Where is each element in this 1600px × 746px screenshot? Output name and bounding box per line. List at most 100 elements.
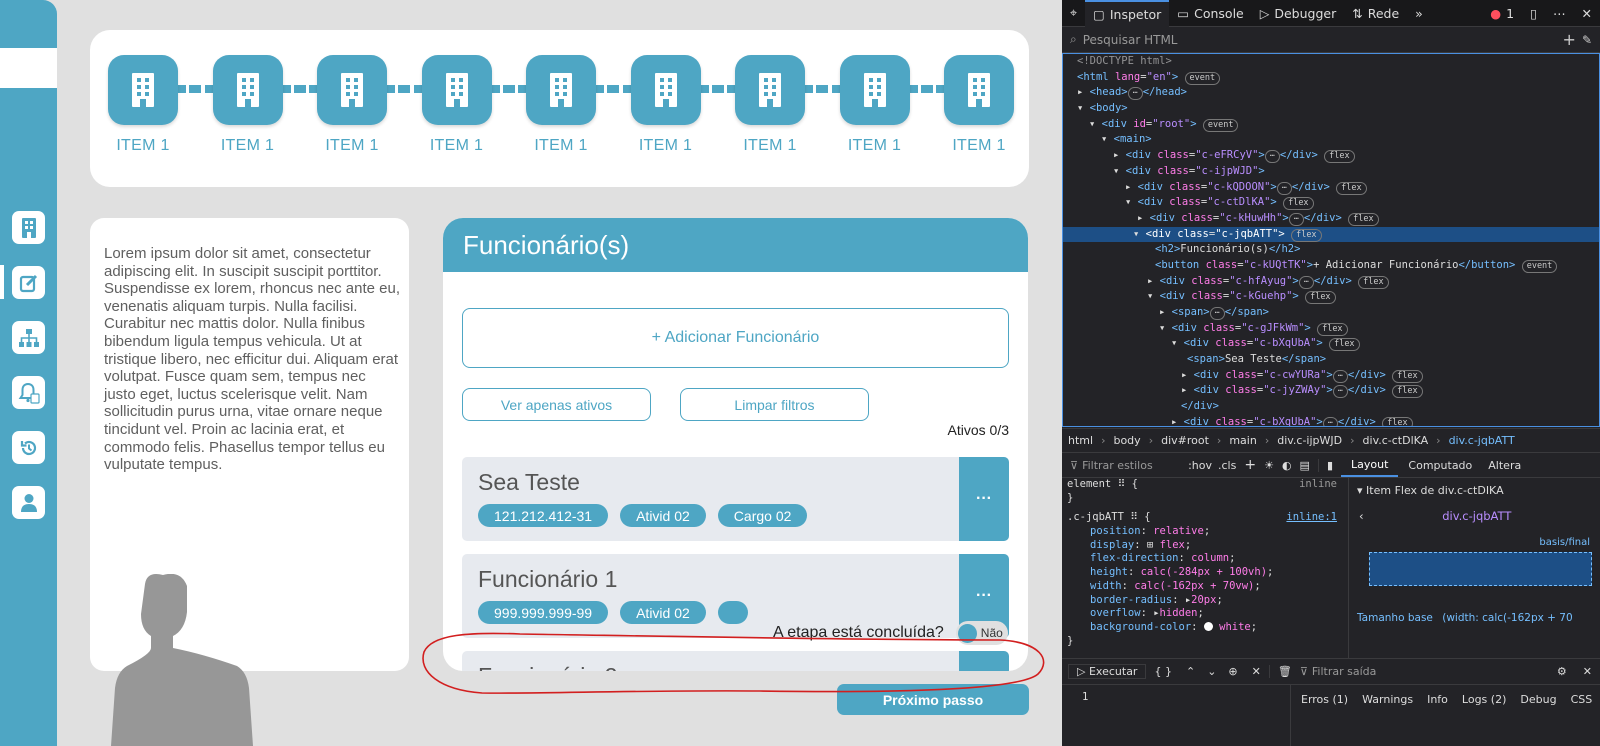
- step-item[interactable]: ITEM 1: [735, 55, 805, 155]
- breadcrumb-item[interactable]: main: [1229, 434, 1256, 447]
- tree-node[interactable]: ▸ <div class="c-kHuwHh"> ⋯ </div> flex: [1063, 211, 1599, 227]
- css-property[interactable]: border-radius: [1090, 594, 1172, 606]
- css-value[interactable]: column: [1191, 552, 1229, 564]
- step-item[interactable]: ITEM 1: [630, 55, 701, 155]
- rule-source-link[interactable]: inline:1: [1286, 511, 1337, 525]
- tab-network[interactable]: ⇅ Rede: [1344, 0, 1407, 27]
- flex-item-header[interactable]: ▾ Item Flex de div.c-ctDIKA: [1349, 478, 1600, 503]
- edit-icon[interactable]: [12, 266, 45, 299]
- css-value[interactable]: flex: [1160, 539, 1185, 551]
- tree-node[interactable]: ▸ <div class="c-eFRCyV"> ⋯ </div> flex: [1063, 148, 1599, 164]
- css-value[interactable]: relative: [1153, 525, 1204, 537]
- clear-filters-button[interactable]: Limpar filtros: [680, 388, 869, 421]
- step-item[interactable]: ITEM 1: [421, 55, 492, 155]
- step-item[interactable]: ITEM 1: [944, 55, 1014, 155]
- css-value[interactable]: calc(-162px + 70vw): [1134, 580, 1254, 592]
- level-logs[interactable]: Logs (2): [1462, 693, 1506, 739]
- tree-node[interactable]: <h2>Funcionário(s)</h2>: [1063, 242, 1599, 258]
- filter-active-button[interactable]: Ver apenas ativos: [462, 388, 651, 421]
- css-value[interactable]: 20px: [1191, 594, 1216, 606]
- braces-icon[interactable]: { }: [1146, 665, 1180, 678]
- css-property[interactable]: background-color: [1090, 621, 1191, 633]
- breadcrumb-item[interactable]: div.c-ctDlKA: [1363, 434, 1429, 447]
- hov-toggle[interactable]: :hov: [1188, 459, 1218, 472]
- tab-layout[interactable]: Layout: [1341, 454, 1399, 477]
- level-css[interactable]: CSS: [1571, 693, 1593, 739]
- css-property[interactable]: overflow: [1090, 607, 1141, 619]
- tree-node[interactable]: ▸ <div class="c-hfAyug"> ⋯ </div> flex: [1063, 274, 1599, 290]
- tab-console[interactable]: ▭ Console: [1169, 0, 1251, 27]
- css-property[interactable]: position: [1090, 525, 1141, 537]
- step-item[interactable]: ITEM 1: [108, 55, 178, 155]
- css-property[interactable]: width: [1090, 580, 1122, 592]
- tree-node[interactable]: ▾ <div class="c-kGuehp"> flex: [1063, 289, 1599, 305]
- user-icon[interactable]: [12, 486, 45, 519]
- more-options-button[interactable]: [959, 651, 1009, 671]
- breadcrumb-item[interactable]: html: [1068, 434, 1093, 447]
- cls-toggle[interactable]: .cls: [1218, 459, 1244, 472]
- step-item[interactable]: ITEM 1: [317, 55, 387, 155]
- tree-node[interactable]: ▾ <div class="c-ctDlKA"> flex: [1063, 195, 1599, 211]
- tree-node[interactable]: ▾ <div class="c-ijpWJD">: [1063, 164, 1599, 180]
- tab-computed[interactable]: Computado: [1398, 459, 1482, 472]
- more-options-button[interactable]: ···: [959, 457, 1009, 541]
- tab-debugger[interactable]: ▷ Debugger: [1252, 0, 1345, 27]
- css-rules[interactable]: element ⠿ {inline } .c-jqbATT ⠿ {inline:…: [1062, 478, 1345, 658]
- css-property[interactable]: height: [1090, 566, 1128, 578]
- add-rule-icon[interactable]: +: [1244, 457, 1264, 473]
- dom-tree[interactable]: <!DOCTYPE html> <html lang="en"> event ▸…: [1062, 53, 1600, 427]
- tree-node[interactable]: ▾ <main>: [1063, 132, 1599, 148]
- chevron-down-icon[interactable]: ⌄: [1201, 665, 1222, 678]
- html-search[interactable]: ⌕ Pesquisar HTML + ✎: [1062, 27, 1600, 53]
- tree-node[interactable]: ▸ <span> ⋯ </span>: [1063, 305, 1599, 321]
- search-input[interactable]: Pesquisar HTML: [1083, 33, 1557, 47]
- tree-node[interactable]: ▸ <div class="c-bXqUbA"> ⋯ </div> flex: [1063, 415, 1599, 426]
- error-badge[interactable]: ● 1: [1482, 0, 1522, 27]
- breadcrumb-item[interactable]: body: [1113, 434, 1140, 447]
- css-value[interactable]: white: [1219, 621, 1251, 633]
- css-value[interactable]: calc(-284px + 100vh): [1141, 566, 1267, 578]
- tree-node[interactable]: ▾ <body>: [1063, 101, 1599, 117]
- execute-button[interactable]: ▷ Executar: [1068, 664, 1147, 679]
- tree-node-selected[interactable]: ▾ <div class="c-jqbATT"> flex: [1063, 226, 1599, 243]
- level-warnings[interactable]: Warnings: [1362, 693, 1413, 739]
- pick-element-icon[interactable]: ⌖: [1062, 0, 1085, 27]
- back-icon[interactable]: ‹: [1359, 509, 1364, 523]
- bell-icon[interactable]: [12, 376, 45, 409]
- close-icon[interactable]: ✕: [1244, 665, 1269, 678]
- dark-mode-icon[interactable]: ◐: [1282, 459, 1300, 472]
- tab-changes[interactable]: Altera: [1482, 459, 1527, 472]
- step-item[interactable]: ITEM 1: [839, 55, 910, 155]
- tree-node[interactable]: <html lang="en"> event: [1063, 70, 1599, 86]
- next-step-button[interactable]: Próximo passo: [837, 684, 1029, 715]
- org-chart-icon[interactable]: [12, 321, 45, 354]
- css-property[interactable]: flex-direction: [1090, 552, 1179, 564]
- tree-node[interactable]: </div>: [1063, 399, 1599, 415]
- print-icon[interactable]: ▤: [1300, 459, 1318, 472]
- history-icon[interactable]: [12, 431, 45, 464]
- tree-node[interactable]: <span>Sea Teste</span>: [1063, 352, 1599, 368]
- gear-icon[interactable]: ⚙: [1549, 665, 1575, 678]
- chevron-up-icon[interactable]: ⌃: [1180, 665, 1201, 678]
- step-item[interactable]: ITEM 1: [212, 55, 283, 155]
- breadcrumb-item[interactable]: div#root: [1161, 434, 1209, 447]
- tree-node[interactable]: ▸ <div class="c-cwYURa"> ⋯ </div> flex: [1063, 368, 1599, 384]
- tree-node[interactable]: ▾ <div class="c-bXqUbA"> flex: [1063, 336, 1599, 352]
- css-value[interactable]: hidden: [1160, 607, 1198, 619]
- filter-styles-input[interactable]: Filtrar estilos: [1078, 459, 1188, 472]
- level-debug[interactable]: Debug: [1520, 693, 1556, 739]
- tab-inspector[interactable]: ▢ Inspetor: [1085, 0, 1170, 27]
- light-mode-icon[interactable]: ☀: [1264, 459, 1282, 472]
- employee-card[interactable]: Funcionário 2: [462, 651, 1009, 671]
- tree-node[interactable]: ▸ <div class="c-jyZWAy"> ⋯ </div> flex: [1063, 383, 1599, 399]
- tree-node[interactable]: ▾ <div id="root"> event: [1063, 117, 1599, 133]
- sidebar-toggle-icon[interactable]: ▮: [1317, 458, 1341, 472]
- eyedropper-icon[interactable]: ✎: [1582, 33, 1592, 47]
- add-node-icon[interactable]: +: [1563, 30, 1576, 49]
- tree-node[interactable]: <!DOCTYPE html>: [1063, 54, 1599, 70]
- filter-output-input[interactable]: Filtrar saída: [1308, 665, 1549, 678]
- css-property[interactable]: display: [1090, 539, 1134, 551]
- breadcrumb-item[interactable]: div.c-jqbATT: [1449, 434, 1515, 447]
- step-item[interactable]: ITEM 1: [526, 55, 596, 155]
- close-icon[interactable]: ✕: [1575, 665, 1600, 678]
